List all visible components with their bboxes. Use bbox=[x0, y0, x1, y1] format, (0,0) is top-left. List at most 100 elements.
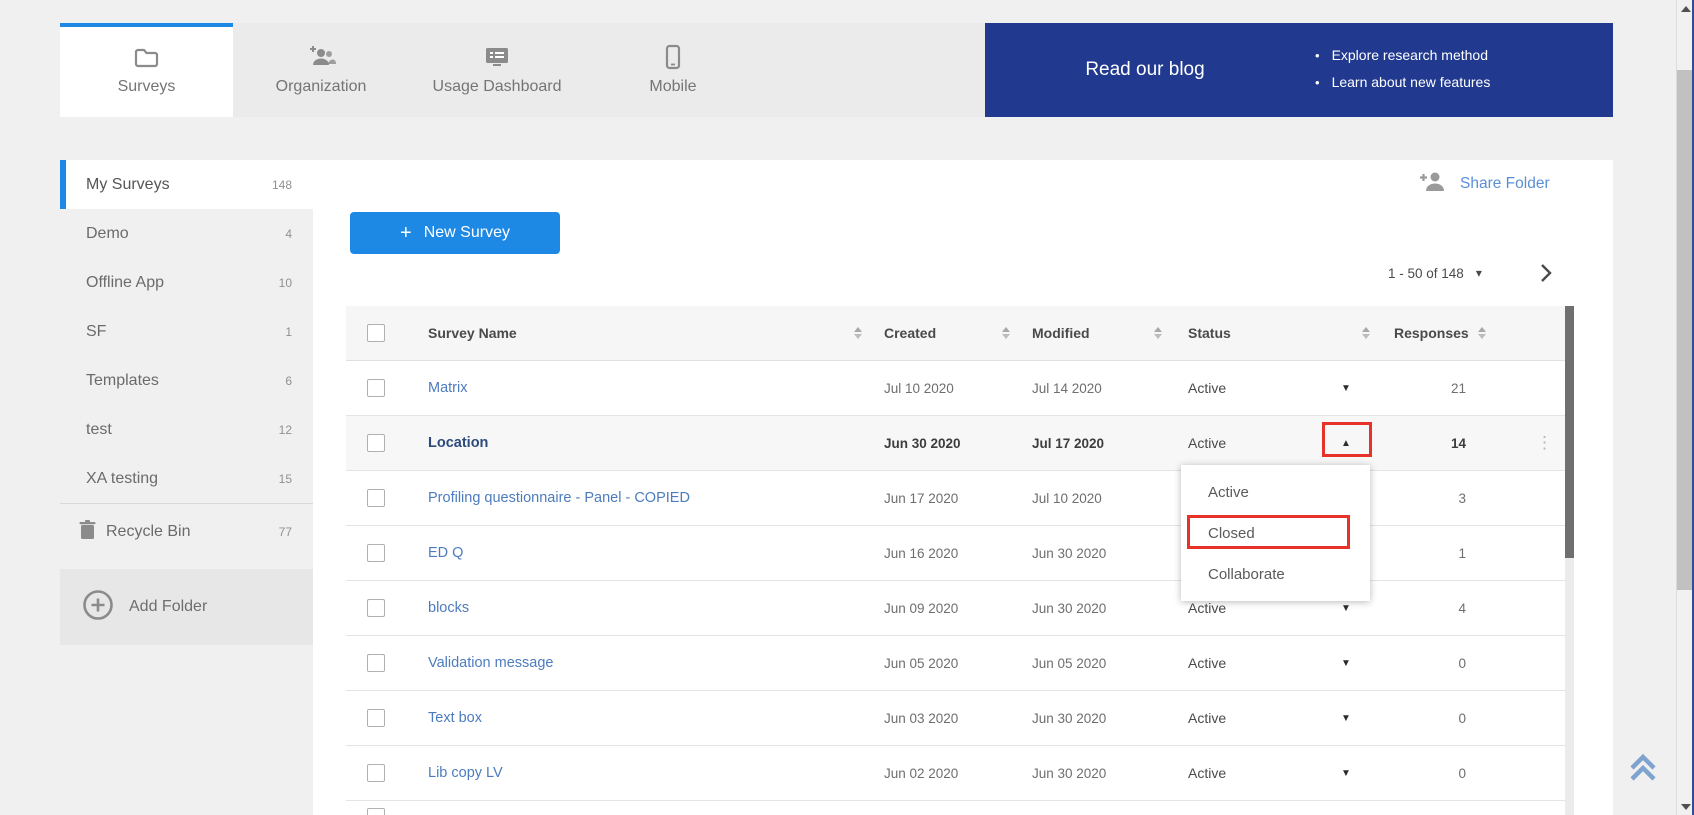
sort-icon[interactable] bbox=[854, 327, 862, 339]
responses-count: 4 bbox=[1386, 601, 1476, 616]
tab-mobile[interactable]: Mobile bbox=[585, 23, 761, 117]
sidebar-item-test[interactable]: test 12 bbox=[60, 405, 313, 454]
share-folder-button[interactable]: Share Folder bbox=[1418, 168, 1550, 200]
add-folder-label: Add Folder bbox=[129, 598, 207, 616]
survey-name-link[interactable]: Matrix bbox=[428, 380, 884, 396]
add-folder-button[interactable]: Add Folder bbox=[60, 569, 313, 645]
responses-count: 0 bbox=[1386, 711, 1476, 726]
dropdown-item-active[interactable]: Active bbox=[1181, 472, 1370, 513]
row-checkbox[interactable] bbox=[367, 654, 385, 672]
table-row: blocks Jun 09 2020 Jun 30 2020 Active ▼ … bbox=[346, 581, 1572, 636]
status-caret-icon[interactable]: ▼ bbox=[1306, 383, 1386, 394]
sort-icon[interactable] bbox=[1154, 327, 1162, 339]
next-page-button[interactable] bbox=[1534, 262, 1558, 286]
folder-label: SF bbox=[86, 323, 106, 341]
folder-count: 6 bbox=[285, 374, 292, 388]
status-value: Active bbox=[1188, 380, 1306, 396]
banner-title[interactable]: Read our blog bbox=[1040, 23, 1250, 117]
scrollbar-up-arrow-icon[interactable] bbox=[1681, 6, 1691, 12]
row-checkbox[interactable] bbox=[367, 764, 385, 782]
surveys-table: Survey Name Created Modified Status Resp… bbox=[346, 306, 1572, 815]
row-checkbox[interactable] bbox=[367, 544, 385, 562]
folder-label: My Surveys bbox=[86, 176, 170, 194]
column-header-survey-name[interactable]: Survey Name bbox=[428, 325, 517, 341]
status-caret-icon[interactable]: ▲ bbox=[1306, 438, 1386, 449]
pagination-selector[interactable]: 1 - 50 of 148 ▾ bbox=[1388, 258, 1482, 288]
tab-surveys[interactable]: Surveys bbox=[60, 23, 233, 117]
tab-usage-dashboard[interactable]: Usage Dashboard bbox=[409, 23, 585, 117]
modified-date: Jul 10 2020 bbox=[1032, 491, 1188, 506]
created-date: Jun 02 2020 bbox=[884, 766, 1032, 781]
folder-label: test bbox=[86, 421, 112, 439]
page-scrollbar-thumb[interactable] bbox=[1677, 70, 1692, 590]
row-checkbox[interactable] bbox=[367, 489, 385, 507]
status-caret-icon[interactable]: ▼ bbox=[1306, 658, 1386, 669]
page-scrollbar[interactable] bbox=[1676, 0, 1692, 815]
table-row: Matrix Jul 10 2020 Jul 14 2020 Active ▼ … bbox=[346, 361, 1572, 416]
folder-icon bbox=[133, 42, 160, 72]
promo-banner[interactable]: Read our blog Explore research method Le… bbox=[985, 23, 1613, 117]
row-checkbox[interactable] bbox=[367, 808, 385, 815]
survey-name-link[interactable]: ED Q bbox=[428, 545, 884, 561]
add-person-icon bbox=[1418, 170, 1448, 199]
column-header-status[interactable]: Status bbox=[1188, 325, 1231, 341]
survey-name-link[interactable]: Profiling questionnaire - Panel - COPIED bbox=[428, 490, 884, 506]
row-checkbox[interactable] bbox=[367, 434, 385, 452]
share-folder-label: Share Folder bbox=[1460, 175, 1550, 193]
survey-name-link[interactable]: Validation message bbox=[428, 655, 884, 671]
banner-bullet-list: Explore research method Learn about new … bbox=[1315, 42, 1490, 96]
plus-icon: + bbox=[400, 222, 412, 245]
modified-date: Jun 05 2020 bbox=[1032, 656, 1188, 671]
sidebar-item-xa-testing[interactable]: XA testing 15 bbox=[60, 454, 313, 503]
status-caret-icon[interactable]: ▼ bbox=[1306, 768, 1386, 779]
sidebar-item-my-surveys[interactable]: My Surveys 148 bbox=[60, 160, 313, 209]
survey-name-link[interactable]: Text box bbox=[428, 710, 884, 726]
table-scrollbar-thumb[interactable] bbox=[1565, 306, 1574, 558]
select-all-checkbox[interactable] bbox=[367, 324, 385, 342]
column-header-responses[interactable]: Responses bbox=[1394, 325, 1469, 341]
status-caret-icon[interactable]: ▼ bbox=[1306, 713, 1386, 724]
row-checkbox[interactable] bbox=[367, 599, 385, 617]
new-survey-button[interactable]: + New Survey bbox=[350, 212, 560, 254]
table-scrollbar[interactable] bbox=[1565, 306, 1574, 815]
created-date: Jun 03 2020 bbox=[884, 711, 1032, 726]
sort-icon[interactable] bbox=[1362, 327, 1370, 339]
sidebar-item-offline-app[interactable]: Offline App 10 bbox=[60, 258, 313, 307]
tab-label: Mobile bbox=[649, 78, 696, 96]
row-checkbox[interactable] bbox=[367, 379, 385, 397]
sidebar-item-sf[interactable]: SF 1 bbox=[60, 307, 313, 356]
survey-name-link[interactable]: blocks bbox=[428, 600, 884, 616]
sidebar-item-demo[interactable]: Demo 4 bbox=[60, 209, 313, 258]
responses-count: 1 bbox=[1386, 546, 1476, 561]
survey-name-link[interactable]: Lib copy LV bbox=[428, 765, 884, 781]
scrollbar-down-arrow-icon[interactable] bbox=[1681, 804, 1691, 810]
table-row: Validation message Jun 05 2020 Jun 05 20… bbox=[346, 636, 1572, 691]
folder-count: 148 bbox=[272, 178, 292, 192]
sidebar-item-recycle-bin[interactable]: Recycle Bin 77 bbox=[60, 504, 313, 560]
status-dropdown-menu: Active Closed Collaborate bbox=[1181, 465, 1370, 601]
column-header-modified[interactable]: Modified bbox=[1032, 325, 1090, 341]
double-chevron-up-icon bbox=[1624, 748, 1662, 786]
dropdown-item-collaborate[interactable]: Collaborate bbox=[1181, 554, 1370, 595]
tab-organization[interactable]: Organization bbox=[233, 23, 409, 117]
folder-count: 4 bbox=[285, 227, 292, 241]
sidebar-item-templates[interactable]: Templates 6 bbox=[60, 356, 313, 405]
smartphone-icon bbox=[664, 42, 682, 72]
modified-date: Jun 30 2020 bbox=[1032, 766, 1188, 781]
modified-date: Jun 30 2020 bbox=[1032, 546, 1188, 561]
table-row: Location Jun 30 2020 Jul 17 2020 Active … bbox=[346, 416, 1572, 471]
sort-icon[interactable] bbox=[1478, 327, 1486, 339]
created-date: Jun 05 2020 bbox=[884, 656, 1032, 671]
tab-label: Usage Dashboard bbox=[433, 78, 562, 96]
row-checkbox[interactable] bbox=[367, 709, 385, 727]
tab-label: Organization bbox=[276, 78, 367, 96]
kebab-menu-icon[interactable]: ⋮ bbox=[1476, 433, 1572, 453]
survey-name-link[interactable]: Location bbox=[428, 435, 884, 451]
status-value: Active bbox=[1188, 655, 1306, 671]
sort-icon[interactable] bbox=[1002, 327, 1010, 339]
scroll-to-top-button[interactable] bbox=[1624, 748, 1664, 788]
status-caret-icon[interactable]: ▼ bbox=[1306, 603, 1386, 614]
responses-count: 0 bbox=[1386, 766, 1476, 781]
column-header-created[interactable]: Created bbox=[884, 325, 936, 341]
dropdown-item-closed[interactable]: Closed bbox=[1181, 513, 1370, 554]
